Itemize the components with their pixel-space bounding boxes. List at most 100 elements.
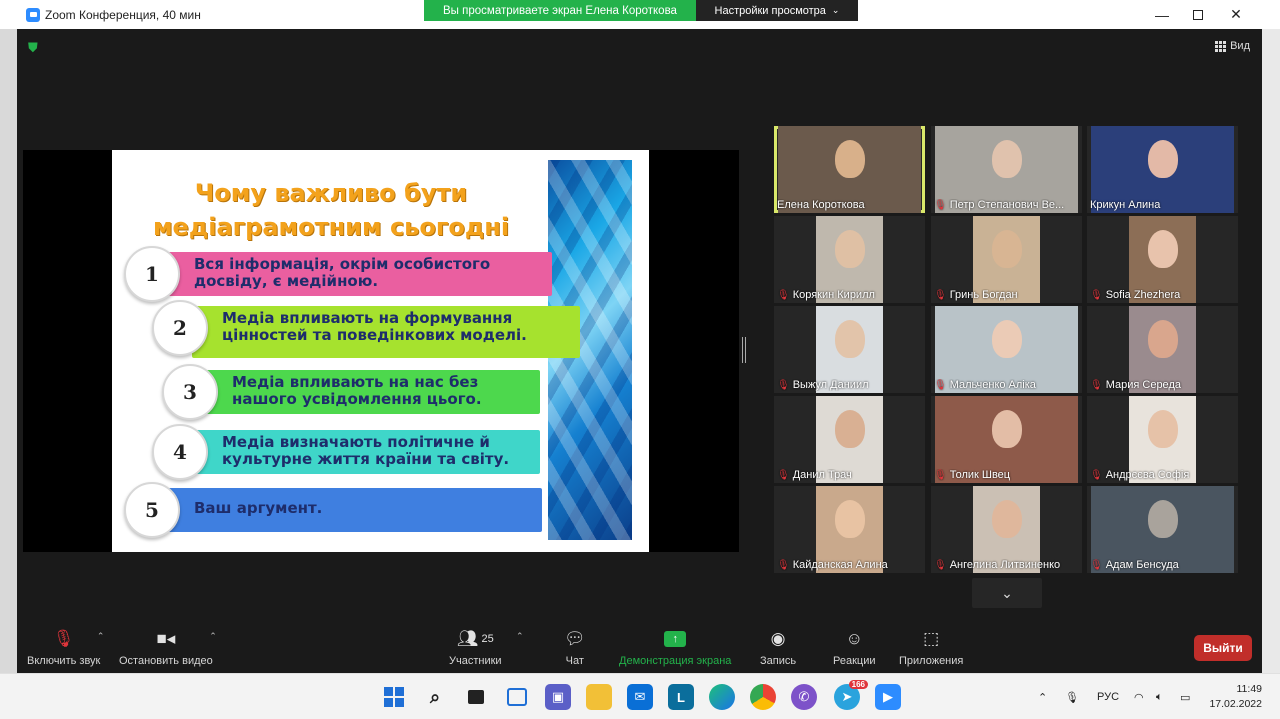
participant-name: Мальченко Аліка: [949, 379, 1036, 391]
participant-tile[interactable]: Елена Короткова: [774, 126, 925, 213]
smiley-icon: ☺︎: [845, 629, 863, 648]
unmute-button[interactable]: 🎙︎ Включить звук ⌃: [27, 629, 104, 667]
audio-options-caret[interactable]: ⌃: [97, 631, 105, 642]
participants-label: Участники: [449, 655, 502, 667]
search-icon[interactable]: ⌕: [422, 684, 448, 710]
participant-face: [834, 230, 865, 268]
participant-tile[interactable]: 🎙︎ Данил Трач: [774, 396, 925, 483]
participant-face: [834, 320, 865, 358]
apps-button[interactable]: ⬚ Приложения: [899, 629, 963, 667]
participant-name: Елена Короткова: [777, 199, 865, 211]
telegram-badge: 166: [848, 680, 868, 689]
panel-splitter-handle[interactable]: [742, 337, 746, 363]
participant-tile[interactable]: 🎙︎ Sofia Zhezhera: [1087, 216, 1238, 303]
mic-off-icon: 🎙︎: [934, 469, 947, 481]
participant-tile[interactable]: 🎙︎ Кайданская Алина: [774, 486, 925, 573]
participant-face: [834, 140, 865, 178]
edge-browser-icon[interactable]: [709, 684, 735, 710]
viewing-share-banner: Вы просматриваете экран Елена Короткова: [424, 0, 696, 21]
video-options-caret[interactable]: ⌃: [209, 631, 217, 642]
participant-tile[interactable]: 🎙︎ Мальченко Аліка: [931, 306, 1082, 393]
teams-chat-icon[interactable]: ▣: [545, 684, 571, 710]
participant-tile[interactable]: 🎙︎ Гринь Богдан: [931, 216, 1082, 303]
participant-label: Елена Короткова: [777, 199, 922, 211]
participant-name: Ангелина Литвиненко: [949, 559, 1061, 571]
shared-screen: Чому важливо бути медіаграмотним сьогодн…: [23, 150, 739, 552]
close-icon[interactable]: ✕: [1214, 0, 1258, 29]
mic-off-icon: 🎙︎: [934, 379, 947, 391]
participant-label: 🎙︎ Данил Трач: [777, 469, 922, 481]
participant-face: [1147, 230, 1178, 268]
participant-tile[interactable]: 🎙︎ Ангелина Литвиненко: [931, 486, 1082, 573]
slide-title: Чому важливо бути медіаграмотним сьогодн…: [126, 176, 536, 244]
app-l-icon[interactable]: L: [668, 684, 694, 710]
apps-icon: ⬚: [923, 629, 940, 648]
clock-date: 17.02.2022: [1209, 698, 1262, 710]
telegram-icon[interactable]: ➤ 166: [834, 680, 868, 710]
participant-tile[interactable]: 🎙︎ Мария Середа: [1087, 306, 1238, 393]
chat-button[interactable]: 💬︎ Чат: [564, 629, 586, 667]
participant-label: 🎙︎ Выжул Даниил: [777, 379, 922, 391]
participant-tile[interactable]: Крикун Алина: [1087, 126, 1238, 213]
volume-icon[interactable]: 🔈︎: [1156, 674, 1163, 719]
participant-face: [991, 410, 1022, 448]
chat-label: Чат: [565, 655, 584, 667]
microphone-icon[interactable]: 🎙︎: [1065, 674, 1079, 719]
share-screen-button[interactable]: ↑ Демонстрация экрана: [619, 629, 731, 667]
participants-icon: 👥︎ 25: [456, 629, 494, 648]
participant-tile[interactable]: 🎙︎ Петр Степанович Ве...: [931, 126, 1082, 213]
system-clock[interactable]: 11:49 17.02.2022: [1209, 682, 1262, 712]
wifi-icon[interactable]: ◠: [1134, 674, 1144, 719]
slide-item-number: 5: [124, 482, 180, 538]
participant-tile[interactable]: 🎙︎ Выжул Даниил: [774, 306, 925, 393]
language-indicator[interactable]: РУС: [1097, 674, 1119, 719]
participant-tile[interactable]: 🎙︎ Корякин Кирилл: [774, 216, 925, 303]
slide-item-text: Медіа впливають на нас без нашого усвідо…: [202, 370, 540, 414]
stop-video-button[interactable]: ■◂ Остановить видео ⌃: [119, 629, 217, 667]
slide-item-number: 1: [124, 246, 180, 302]
view-button[interactable]: Вид: [1215, 40, 1250, 52]
participant-face: [1147, 140, 1178, 178]
mail-icon[interactable]: ✉: [627, 684, 653, 710]
windows-taskbar: ⌕ ▣ ✉ L ✆ ➤ 166 ▶ ⌃ 🎙︎ РУС ◠ 🔈︎ ▭ 11:49 …: [0, 673, 1280, 719]
reactions-button[interactable]: ☺︎ Реакции: [833, 629, 876, 667]
view-label: Вид: [1230, 40, 1250, 52]
participant-tile[interactable]: 🎙︎ Адам Бенсуда: [1087, 486, 1238, 573]
participant-label: 🎙︎ Корякин Кирилл: [777, 289, 922, 301]
participant-name: Петр Степанович Ве...: [949, 199, 1065, 211]
participant-name: Адам Бенсуда: [1105, 559, 1179, 571]
participant-label: 🎙︎ Толик Швец: [934, 469, 1079, 481]
widgets-icon[interactable]: [504, 684, 530, 710]
file-explorer-icon[interactable]: [586, 684, 612, 710]
record-button[interactable]: ◉ Запись: [760, 629, 796, 667]
tray-expand-icon[interactable]: ⌃: [1038, 674, 1047, 719]
clock-time: 11:49: [1236, 683, 1263, 695]
participant-tile[interactable]: 🎙︎ Андрєєва Софія: [1087, 396, 1238, 483]
participant-name: Выжул Даниил: [792, 379, 869, 391]
participant-label: 🎙︎ Петр Степанович Ве...: [934, 199, 1079, 211]
slide-title-line2: медіаграмотним сьогодні: [152, 213, 510, 241]
participants-options-caret[interactable]: ⌃: [516, 631, 524, 642]
share-screen-icon: ↑: [664, 629, 687, 649]
mic-off-icon: 🎙︎: [1090, 289, 1103, 301]
chevron-down-icon: ⌄: [1001, 584, 1013, 601]
participant-face: [1147, 410, 1178, 448]
viber-icon[interactable]: ✆: [791, 684, 817, 710]
desktop-left-edge: [0, 29, 17, 673]
chrome-browser-icon[interactable]: [750, 684, 776, 710]
participants-button[interactable]: 👥︎ 25 Участники ⌃: [449, 629, 524, 667]
slide-item-number: 4: [152, 424, 208, 480]
participants-count: 25: [481, 633, 494, 645]
record-icon: ◉: [770, 629, 786, 648]
shield-icon[interactable]: ⛊: [28, 40, 42, 56]
windows-start-icon[interactable]: [381, 684, 407, 710]
view-settings-button[interactable]: Настройки просмотра ⌄: [696, 0, 858, 21]
battery-icon[interactable]: ▭: [1180, 674, 1190, 719]
gallery-next-page-button[interactable]: ⌄: [972, 578, 1042, 608]
participant-name: Гринь Богдан: [949, 289, 1018, 301]
leave-button[interactable]: Выйти: [1194, 635, 1252, 661]
task-view-icon[interactable]: [463, 684, 489, 710]
zoom-taskbar-icon[interactable]: ▶: [875, 684, 901, 710]
participant-tile[interactable]: 🎙︎ Толик Швец: [931, 396, 1082, 483]
presentation-slide: Чому важливо бути медіаграмотним сьогодн…: [112, 150, 649, 552]
